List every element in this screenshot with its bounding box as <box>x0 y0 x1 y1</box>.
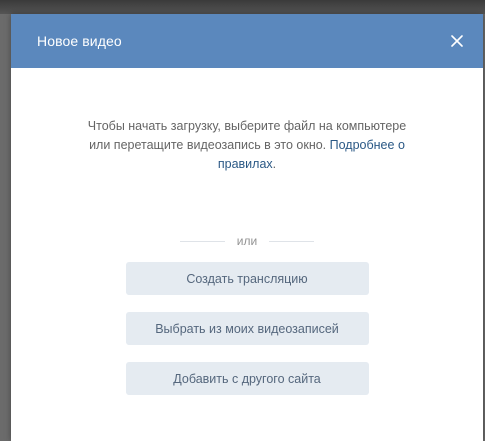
new-video-dialog: Новое видео Чтобы начать загрузку, выбер… <box>11 14 483 441</box>
close-button[interactable] <box>447 31 467 51</box>
or-divider: или <box>11 234 483 248</box>
dialog-body: Чтобы начать загрузку, выберите файл на … <box>11 117 483 395</box>
description-end: . <box>272 157 277 171</box>
add-from-other-site-button[interactable]: Добавить с другого сайта <box>125 362 369 395</box>
choose-from-my-videos-button[interactable]: Выбрать из моих видеозаписей <box>125 312 369 345</box>
close-icon <box>451 35 463 47</box>
divider-text: или <box>236 234 258 248</box>
action-buttons: Создать трансляцию Выбрать из моих видео… <box>11 262 483 395</box>
dialog-title: Новое видео <box>37 33 122 49</box>
divider-line-left <box>179 240 225 242</box>
divider-line-right <box>269 240 315 242</box>
dialog-header: Новое видео <box>11 14 483 68</box>
page-backdrop <box>0 0 485 14</box>
upload-description: Чтобы начать загрузку, выберите файл на … <box>82 117 412 174</box>
create-stream-button[interactable]: Создать трансляцию <box>125 262 369 295</box>
